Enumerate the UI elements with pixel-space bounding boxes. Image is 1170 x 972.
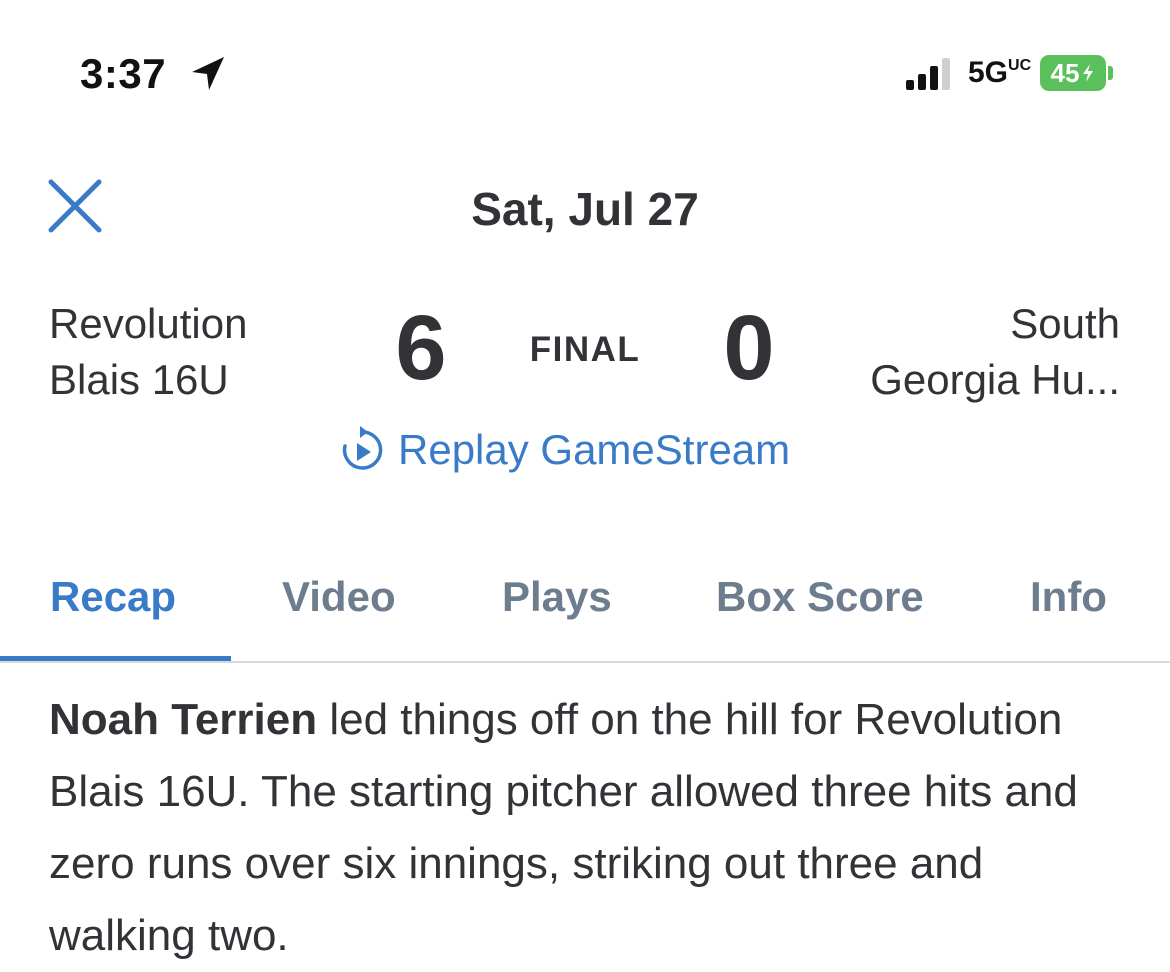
battery-charging-icon: 45 bbox=[1040, 55, 1106, 91]
tab-recap[interactable]: Recap bbox=[50, 573, 176, 621]
game-date: Sat, Jul 27 bbox=[471, 183, 699, 235]
away-team-line2: Georgia Hu... bbox=[870, 356, 1120, 403]
battery-level: 45 bbox=[1050, 57, 1080, 88]
network-suffix: UC bbox=[1008, 57, 1032, 74]
battery-tip bbox=[1108, 66, 1113, 80]
tab-video[interactable]: Video bbox=[282, 573, 396, 621]
replay-gamestream-button[interactable]: Replay GameStream bbox=[340, 426, 790, 474]
tab-bar: Recap Video Plays Box Score Info bbox=[0, 540, 1170, 662]
away-team-score: 0 bbox=[723, 297, 775, 399]
signal-bars-icon bbox=[906, 56, 950, 90]
home-team-score: 6 bbox=[395, 297, 447, 399]
away-team-name[interactable]: South Georgia Hu... bbox=[820, 296, 1120, 408]
home-team-line2: Blais 16U bbox=[49, 356, 229, 403]
home-team-name[interactable]: Revolution Blais 16U bbox=[49, 296, 309, 408]
replay-play-icon bbox=[342, 426, 383, 470]
status-time: 3:37 bbox=[80, 50, 167, 97]
location-arrow-icon bbox=[192, 57, 224, 90]
tab-plays[interactable]: Plays bbox=[502, 573, 612, 621]
recap-paragraph: Noah Terrien led things off on the hill … bbox=[49, 684, 1129, 972]
replay-gamestream-label: Replay GameStream bbox=[398, 426, 791, 473]
away-team-line1: South bbox=[1010, 300, 1120, 347]
tab-divider bbox=[0, 661, 1170, 663]
tab-info[interactable]: Info bbox=[1030, 573, 1107, 621]
home-team-line1: Revolution bbox=[49, 300, 248, 347]
recap-player-name[interactable]: Noah Terrien bbox=[49, 695, 317, 744]
network-indicator: 5GUC bbox=[968, 56, 1032, 89]
tab-box-score[interactable]: Box Score bbox=[716, 573, 924, 621]
game-status: FINAL bbox=[529, 330, 641, 369]
